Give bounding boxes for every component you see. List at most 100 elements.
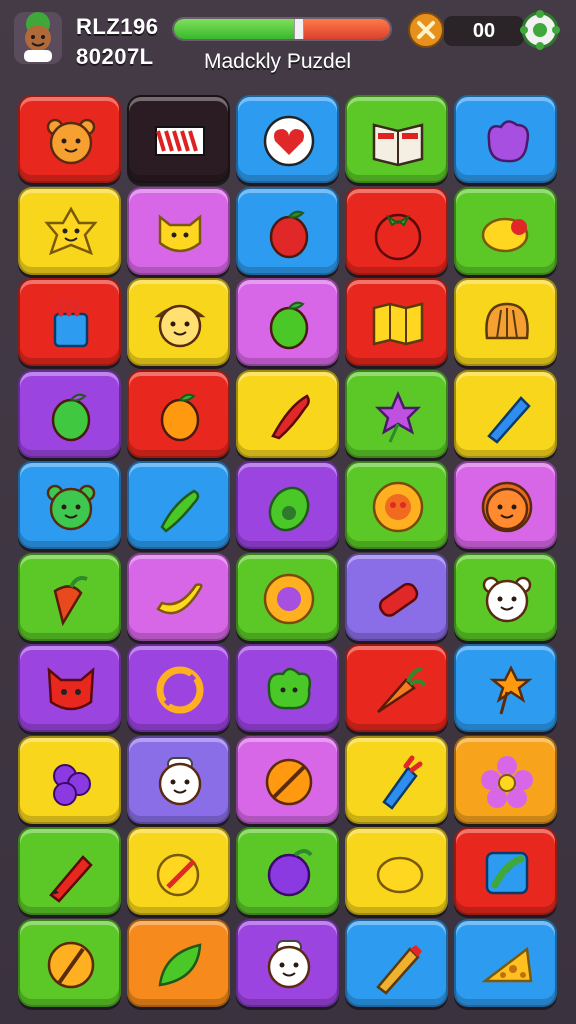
bear-face-icon: [46, 118, 96, 165]
progress-handle: [294, 19, 305, 39]
tile-chef-bear[interactable]: [127, 735, 230, 824]
fries-icon: [382, 755, 423, 810]
hud-bar: RLZ196 80207L Madckly Puzdel 00: [0, 0, 576, 90]
tile-pear[interactable]: [236, 278, 339, 366]
tile-leaf[interactable]: [127, 918, 230, 1007]
chef-bear-2-icon: [267, 939, 311, 988]
blue-box-icon: [485, 851, 529, 895]
progress-remaining: [299, 19, 390, 39]
tile-lemon-big[interactable]: [345, 827, 448, 915]
tile-bow-fruit[interactable]: [18, 369, 121, 458]
carrot-small-icon: [53, 575, 88, 626]
strawberry-icon: [269, 210, 309, 258]
star-flower-icon: [374, 390, 422, 443]
tile-star-flower[interactable]: [345, 369, 448, 458]
lemon-big-icon: [376, 856, 424, 894]
tile-no-sign[interactable]: [127, 644, 230, 732]
tile-heart-badge[interactable]: [236, 95, 339, 183]
tile-purple-blob[interactable]: [454, 95, 557, 183]
heart-badge-icon: [263, 115, 315, 167]
shell-icon: [485, 302, 529, 340]
grapes-icon: [53, 763, 91, 806]
chili-icon: [160, 489, 200, 533]
devil-cat-icon: [47, 667, 95, 711]
game-title: Madckly Puzdel: [204, 50, 352, 73]
tile-star-face[interactable]: [18, 186, 121, 275]
tile-chef-bear-2[interactable]: [236, 918, 339, 1007]
tile-blue-box[interactable]: [454, 827, 557, 915]
tile-sunflower[interactable]: [345, 461, 448, 549]
tile-pencil[interactable]: [18, 827, 121, 915]
gear-icon[interactable]: [518, 8, 562, 52]
tile-crayon[interactable]: [454, 369, 557, 458]
tile-map[interactable]: [345, 278, 448, 366]
pink-flower-icon: [481, 755, 533, 808]
leaf-icon: [158, 942, 202, 986]
tile-green-blob[interactable]: [236, 644, 339, 732]
bear-hat-icon: [154, 304, 206, 348]
star-wand-icon: [489, 665, 533, 715]
tile-book[interactable]: [345, 95, 448, 183]
purple-flower-icon: [263, 573, 315, 624]
tile-apple[interactable]: [127, 369, 230, 458]
bow-fruit-icon: [51, 393, 91, 441]
tile-bear-face[interactable]: [18, 95, 121, 183]
tile-bear-hat[interactable]: [127, 278, 230, 366]
pepper-icon: [271, 393, 310, 439]
game-screen: RLZ196 80207L Madckly Puzdel 00: [0, 0, 576, 1024]
tile-grapes[interactable]: [18, 735, 121, 824]
tile-shell[interactable]: [454, 278, 557, 366]
progress-fill: [174, 19, 300, 39]
tile-cat-face[interactable]: [127, 186, 230, 275]
puzzle-board: [18, 95, 562, 1015]
tile-pepper[interactable]: [236, 369, 339, 458]
tile-jar[interactable]: [18, 278, 121, 366]
lemon-icon: [481, 217, 529, 252]
carrot-icon: [377, 667, 426, 714]
tile-fries[interactable]: [345, 735, 448, 824]
tile-avocado[interactable]: [236, 461, 339, 549]
orange-ring-icon: [47, 941, 95, 988]
tile-lemon-slice[interactable]: [127, 827, 230, 915]
sunflower-icon: [372, 481, 424, 533]
avatar-icon[interactable]: [12, 10, 64, 66]
tile-banana[interactable]: [127, 552, 230, 641]
tile-carrot[interactable]: [345, 644, 448, 732]
tile-orange-ring[interactable]: [18, 918, 121, 1007]
tile-green-bear[interactable]: [18, 461, 121, 549]
apple-icon: [160, 393, 200, 441]
no-sign-icon: [156, 666, 204, 714]
coin-icon[interactable]: [408, 12, 444, 48]
tile-tomato[interactable]: [345, 186, 448, 275]
tile-cheese[interactable]: [454, 918, 557, 1007]
tile-devil-cat[interactable]: [18, 644, 121, 732]
tile-purple-flower[interactable]: [236, 552, 339, 641]
tile-flag[interactable]: [127, 95, 230, 183]
tile-pink-flower[interactable]: [454, 735, 557, 824]
tile-orange-slash[interactable]: [236, 735, 339, 824]
tile-pencil-2[interactable]: [345, 918, 448, 1007]
tube-icon: [378, 582, 419, 617]
tile-strawberry[interactable]: [236, 186, 339, 275]
green-bear-icon: [46, 484, 96, 531]
green-blob-icon: [267, 667, 312, 710]
flag-icon: [155, 126, 205, 156]
star-face-icon: [44, 205, 98, 255]
tile-lion[interactable]: [454, 461, 557, 549]
avocado-icon: [268, 486, 310, 532]
tile-star-wand[interactable]: [454, 644, 557, 732]
coin-counter: 00: [444, 16, 524, 46]
jar-icon: [53, 297, 89, 348]
tile-chili[interactable]: [127, 461, 230, 549]
book-icon: [372, 123, 424, 167]
tile-lemon[interactable]: [454, 186, 557, 275]
player-id: RLZ196: [76, 14, 159, 39]
tile-carrot-small[interactable]: [18, 552, 121, 641]
map-icon: [372, 302, 424, 346]
tile-polar-bear[interactable]: [454, 552, 557, 641]
purple-blob-icon: [487, 120, 530, 163]
berries-icon: [267, 849, 313, 897]
tile-berries[interactable]: [236, 827, 339, 915]
pencil-icon: [49, 855, 93, 903]
tile-tube[interactable]: [345, 552, 448, 641]
